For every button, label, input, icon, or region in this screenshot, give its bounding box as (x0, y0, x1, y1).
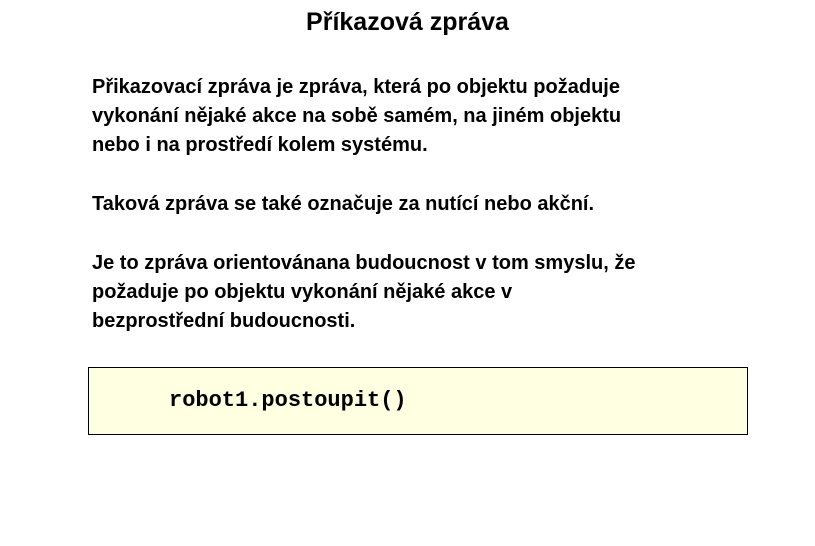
paragraph-future-orientation: Je to zpráva orientovánana budoucnost v … (92, 249, 635, 336)
paragraph-line: nebo i na prostředí kolem systému. (92, 134, 428, 156)
slide: Příkazová zpráva Přikazovací zpráva je z… (0, 0, 815, 546)
code-example-box: robot1.postoupit() (88, 367, 748, 435)
paragraph-line: požaduje po objektu vykonání nějaké akce… (92, 281, 513, 303)
paragraph-line: Je to zpráva orientovánana budoucnost v … (92, 252, 636, 274)
paragraph-line: Přikazovací zpráva je zpráva, která po o… (92, 76, 620, 98)
paragraph-line: vykonání nějaké akce na sobě samém, na j… (92, 105, 622, 127)
code-example-text: robot1.postoupit() (169, 388, 407, 413)
slide-title: Příkazová zpráva (306, 8, 509, 36)
paragraph-line: bezprostřední budoucnosti. (92, 310, 356, 332)
paragraph-definition: Přikazovací zpráva je zpráva, která po o… (92, 73, 621, 160)
paragraph-alias: Taková zpráva se také označuje za nutící… (92, 190, 594, 219)
paragraph-line: Taková zpráva se také označuje za nutící… (92, 193, 595, 215)
